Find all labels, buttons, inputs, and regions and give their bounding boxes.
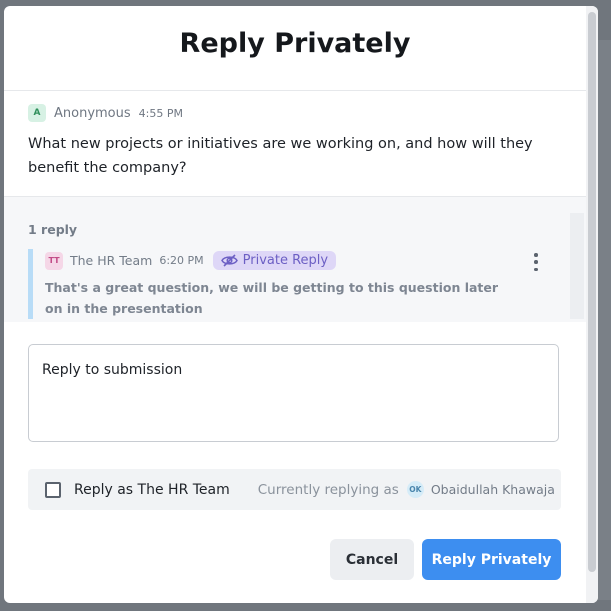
reply-as-bar: Reply as The HR Team Currently replying … [28, 469, 561, 510]
reply-as-checkbox[interactable] [45, 481, 61, 498]
reply-time: 6:20 PM [159, 254, 204, 267]
reply-item: TT The HR Team 6:20 PM Private Reply Tha… [28, 249, 553, 319]
reply-header: TT The HR Team 6:20 PM Private Reply [45, 251, 337, 270]
current-user-name: Obaidullah Khawaja [430, 482, 555, 497]
private-reply-label: Private Reply [242, 253, 329, 268]
reply-count: 1 reply [28, 222, 78, 237]
private-reply-badge: Private Reply [212, 251, 337, 270]
submission-header: A Anonymous 4:55 PM [28, 104, 183, 122]
eye-off-icon [220, 254, 238, 267]
currently-replying-label: Currently replying as [257, 481, 399, 498]
modal-title: Reply Privately [179, 28, 411, 59]
avatar: A [28, 104, 46, 122]
reply-privately-button[interactable]: Reply Privately [422, 539, 561, 580]
reply-as-label[interactable]: Reply as The HR Team [74, 482, 230, 498]
modal-scrollbar-thumb[interactable] [588, 12, 596, 572]
reply-privately-modal: Reply Privately A Anonymous 4:55 PM What… [4, 6, 598, 603]
submission-text: What new projects or initiatives are we … [28, 136, 533, 176]
submission-author: Anonymous [54, 105, 131, 121]
more-options-icon[interactable] [531, 253, 541, 271]
thread-scrollbar[interactable] [570, 213, 584, 319]
reply-input-placeholder: Reply to submission [42, 362, 183, 378]
divider [4, 90, 586, 91]
reply-author: The HR Team [70, 253, 153, 268]
cancel-button[interactable]: Cancel [330, 539, 414, 580]
submission-time: 4:55 PM [138, 106, 183, 120]
avatar: OK [406, 481, 424, 498]
reply-input[interactable]: Reply to submission [28, 344, 559, 442]
reply-thread: 1 reply TT The HR Team 6:20 PM Private R… [4, 197, 586, 322]
modal-scrollbar[interactable] [586, 6, 598, 603]
avatar: TT [45, 251, 63, 270]
reply-text: That's a great question, we will be gett… [45, 280, 499, 316]
